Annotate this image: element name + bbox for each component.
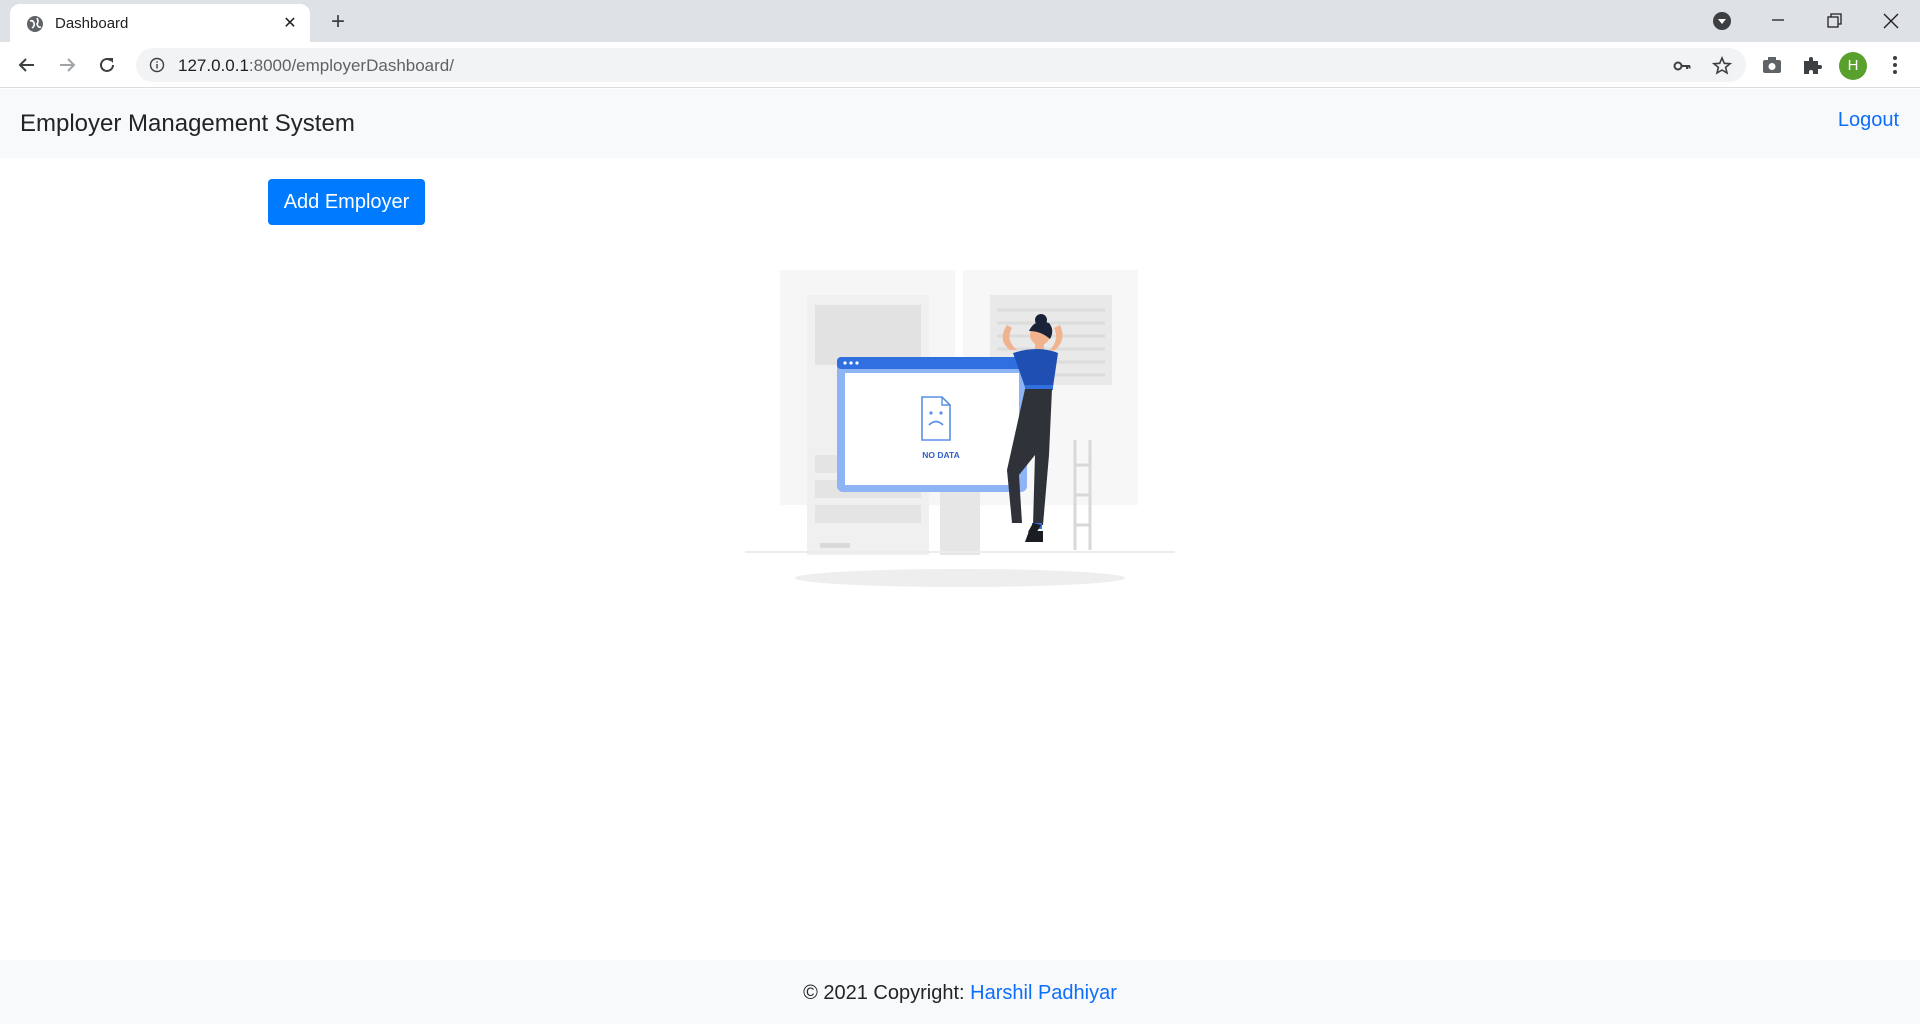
url-host: 127.0.0.1: [178, 56, 249, 75]
tab-title: Dashboard: [55, 15, 129, 32]
minimize-icon[interactable]: [1765, 8, 1791, 34]
logout-link[interactable]: Logout: [1838, 109, 1899, 132]
address-bar[interactable]: 127.0.0.1:8000/employerDashboard/: [136, 48, 1746, 82]
browser-tab-strip: Dashboard ✕ +: [0, 0, 1920, 42]
url-text: 127.0.0.1:8000/employerDashboard/: [178, 56, 454, 76]
no-data-illustration: NO DATA: [745, 270, 1175, 587]
reload-icon[interactable]: [94, 52, 120, 78]
tab-search-icon[interactable]: [1709, 8, 1735, 34]
restore-icon[interactable]: [1821, 8, 1847, 34]
url-path: :8000/employerDashboard/: [248, 56, 454, 75]
monitor-screen: [837, 357, 1027, 492]
forward-arrow-icon[interactable]: [54, 52, 80, 78]
new-tab-icon[interactable]: +: [325, 9, 351, 35]
browser-toolbar: 127.0.0.1:8000/employerDashboard/ H: [0, 42, 1920, 88]
profile-avatar[interactable]: H: [1839, 52, 1867, 80]
footer-text: © 2021 Copyright: Harshil Padhiyar: [0, 982, 1920, 1005]
tab-close-icon[interactable]: ✕: [280, 14, 300, 34]
bookmark-star-icon[interactable]: [1712, 56, 1732, 76]
browser-tab[interactable]: Dashboard ✕: [10, 4, 310, 42]
author-link[interactable]: Harshil Padhiyar: [970, 982, 1117, 1004]
copyright-text: © 2021 Copyright:: [803, 982, 971, 1004]
key-icon[interactable]: [1672, 56, 1692, 76]
no-data-label: NO DATA: [922, 450, 959, 460]
globe-icon: [27, 16, 43, 32]
site-info-icon[interactable]: [149, 57, 165, 73]
window-close-icon[interactable]: [1878, 8, 1904, 34]
camera-icon[interactable]: [1761, 54, 1783, 76]
add-employer-button[interactable]: Add Employer: [268, 179, 425, 225]
extensions-puzzle-icon[interactable]: [1801, 54, 1823, 76]
back-arrow-icon[interactable]: [14, 52, 40, 78]
site-navbar: Employer Management System Logout: [0, 89, 1920, 158]
browser-menu-icon[interactable]: [1884, 54, 1906, 76]
site-footer: © 2021 Copyright: Harshil Padhiyar: [0, 960, 1920, 1024]
navbar-brand[interactable]: Employer Management System: [20, 110, 355, 138]
